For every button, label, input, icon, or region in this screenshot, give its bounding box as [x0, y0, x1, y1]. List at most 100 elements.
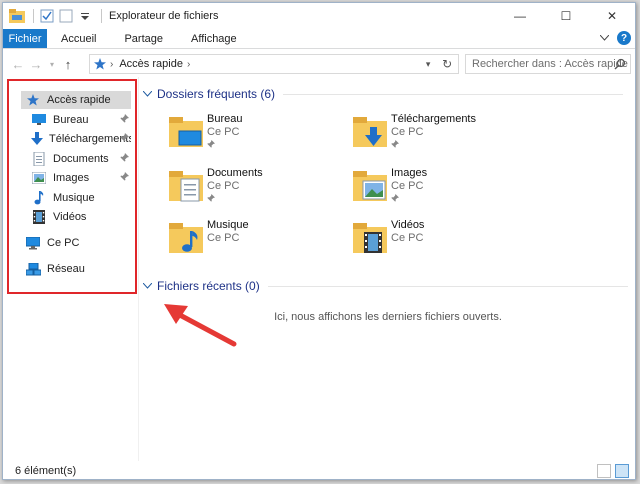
up-arrow-icon[interactable]: ↑: [59, 57, 77, 72]
folder-location: Ce PC: [207, 232, 240, 244]
refresh-icon[interactable]: ↻: [442, 57, 452, 71]
toolbar-divider: [101, 9, 102, 23]
new-folder-icon[interactable]: [58, 8, 74, 24]
folder-name: Musique: [207, 219, 249, 231]
breadcrumb-quick-access[interactable]: Accès rapide: [119, 58, 183, 70]
sidebar-item-this-pc[interactable]: Ce PC: [21, 234, 131, 252]
sidebar-item-quick-access[interactable]: Accès rapide: [21, 91, 131, 109]
tab-view[interactable]: Affichage: [177, 29, 251, 48]
status-bar: 6 élément(s): [3, 461, 635, 479]
sidebar-item-label: Images: [53, 172, 90, 184]
folder-name: Vidéos: [391, 219, 425, 231]
tab-home[interactable]: Accueil: [47, 29, 110, 48]
tab-share[interactable]: Partage: [110, 29, 177, 48]
toolbar-divider: [33, 9, 34, 23]
address-bar-controls: ▾ ↻: [420, 55, 458, 73]
folder-tile-music[interactable]: Musique Ce PC: [169, 219, 339, 263]
details-view-icon[interactable]: [597, 464, 611, 478]
sidebar-item-music[interactable]: Musique: [31, 189, 131, 207]
folder-name: Téléchargements: [391, 113, 476, 125]
music-note-icon: [31, 190, 47, 206]
videos-folder-icon: [353, 223, 387, 253]
ribbon-tabs: Fichier Accueil Partage Affichage ?: [3, 29, 635, 49]
film-icon: [31, 209, 47, 225]
folder-tile-documents[interactable]: Documents Ce PC: [169, 167, 339, 211]
desktop-icon: [31, 112, 47, 128]
sidebar-item-label: Téléchargements: [49, 133, 131, 145]
pictures-folder-icon: [353, 171, 387, 201]
document-icon: [31, 151, 47, 167]
folder-icon[interactable]: [9, 8, 25, 24]
sidebar-item-label: Musique: [53, 192, 95, 204]
pin-icon[interactable]: [120, 114, 129, 123]
folder-name: Documents: [207, 167, 263, 179]
folder-tile-pictures[interactable]: Images Ce PC: [353, 167, 523, 211]
sidebar-item-label: Accès rapide: [47, 94, 111, 106]
sidebar-item-network[interactable]: Réseau: [21, 260, 131, 278]
pin-icon: [207, 194, 215, 202]
large-icons-view-icon[interactable]: [615, 464, 629, 478]
search-box[interactable]: Rechercher dans : Accès rapide: [465, 54, 631, 74]
folder-location: Ce PC: [391, 232, 424, 244]
properties-icon[interactable]: [39, 8, 55, 24]
customize-toolbar-icon[interactable]: [77, 8, 93, 24]
sidebar-item-videos[interactable]: Vidéos: [31, 208, 131, 226]
address-bar[interactable]: › Accès rapide › ▾ ↻: [89, 54, 459, 74]
close-button[interactable]: ✕: [589, 3, 635, 29]
collapse-chevron-icon[interactable]: [142, 281, 153, 291]
pin-icon: [207, 140, 215, 148]
folder-location: Ce PC: [207, 180, 240, 192]
folder-tile-videos[interactable]: Vidéos Ce PC: [353, 219, 523, 263]
folder-location: Ce PC: [391, 180, 424, 192]
ribbon-right-controls: ?: [599, 31, 631, 45]
sidebar-item-downloads[interactable]: Téléchargements: [31, 130, 131, 148]
address-dropdown-icon[interactable]: ▾: [426, 59, 431, 70]
back-arrow-icon[interactable]: ←: [9, 57, 27, 72]
desktop-folder-icon: [169, 117, 203, 147]
window-title: Explorateur de fichiers: [109, 10, 219, 22]
pin-icon: [391, 194, 399, 202]
pin-icon[interactable]: [120, 153, 129, 162]
sidebar-item-pictures[interactable]: Images: [31, 169, 131, 187]
folder-name: Bureau: [207, 113, 243, 125]
expand-ribbon-icon[interactable]: [599, 32, 610, 44]
quick-access-toolbar: [3, 3, 107, 29]
download-arrow-icon: [31, 131, 43, 147]
breadcrumb-separator-icon[interactable]: ›: [187, 59, 190, 70]
group-title: Fichiers récents (0): [157, 279, 260, 293]
sidebar-item-documents[interactable]: Documents: [31, 150, 131, 168]
sidebar-item-label: Vidéos: [53, 211, 87, 223]
computer-icon: [25, 235, 41, 251]
pin-icon[interactable]: [120, 172, 129, 181]
tab-file[interactable]: Fichier: [3, 29, 47, 48]
group-header-recent-files[interactable]: Fichiers récents (0): [142, 277, 633, 295]
sidebar-item-desktop[interactable]: Bureau: [31, 111, 131, 129]
group-header-frequent-folders[interactable]: Dossiers fréquents (6): [142, 85, 633, 103]
downloads-folder-icon: [353, 117, 387, 147]
view-toggle: [597, 464, 629, 478]
star-icon: [94, 58, 106, 70]
navigation-pane: Accès rapide Bureau Téléchargements Docu…: [3, 77, 139, 461]
pin-icon[interactable]: [120, 133, 129, 142]
folder-tile-downloads[interactable]: Téléchargements Ce PC: [353, 113, 523, 157]
minimize-button[interactable]: —: [497, 3, 543, 29]
forward-arrow-icon[interactable]: →: [27, 57, 45, 72]
content-pane: Dossiers fréquents (6) Bureau Ce PC Télé…: [139, 77, 635, 461]
network-icon: [25, 261, 41, 277]
folder-tile-desktop[interactable]: Bureau Ce PC: [169, 113, 339, 157]
recent-locations-icon[interactable]: ▾: [45, 60, 59, 69]
title-bar: Explorateur de fichiers — ☐ ✕: [3, 3, 635, 29]
help-button[interactable]: ?: [617, 31, 631, 45]
star-icon: [25, 92, 41, 108]
maximize-button[interactable]: ☐: [543, 3, 589, 29]
sidebar-item-label: Documents: [53, 153, 109, 165]
picture-icon: [31, 170, 47, 186]
empty-recent-message: Ici, nous affichons les derniers fichier…: [274, 311, 502, 323]
sidebar-item-label: Bureau: [53, 114, 89, 126]
collapse-chevron-icon[interactable]: [142, 89, 153, 99]
window-controls: — ☐ ✕: [497, 3, 635, 29]
breadcrumb-separator-icon[interactable]: ›: [110, 59, 113, 70]
item-count: 6 élément(s): [15, 465, 77, 477]
folder-name: Images: [391, 167, 428, 179]
music-folder-icon: [169, 223, 203, 253]
